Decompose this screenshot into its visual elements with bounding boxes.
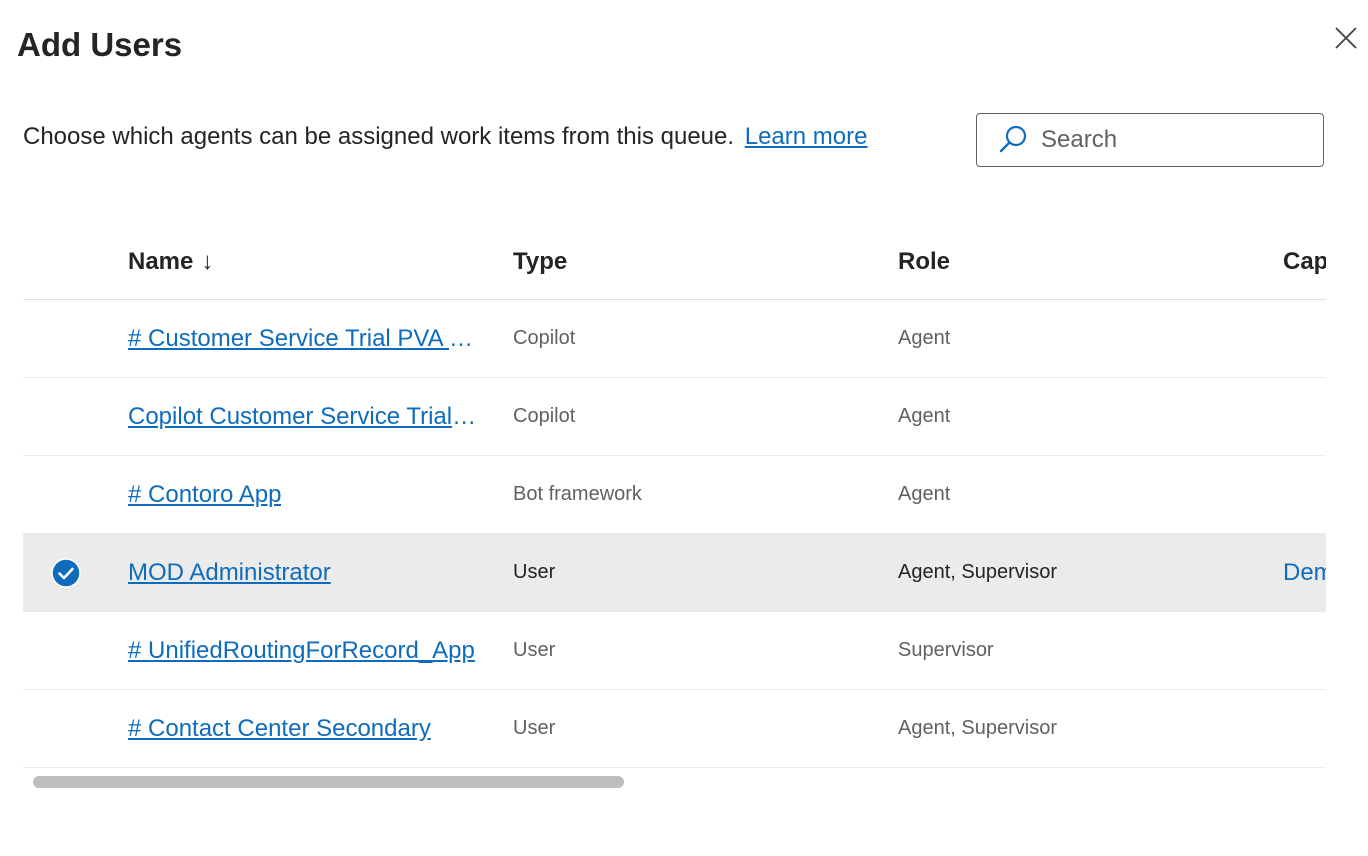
sort-descending-icon: ↓ (201, 248, 214, 275)
search-input[interactable] (1039, 125, 1303, 155)
row-select-checkbox[interactable] (50, 534, 82, 611)
user-type: Bot framework (513, 483, 642, 505)
user-role: Agent (898, 483, 951, 505)
learn-more-link[interactable]: Learn more (745, 123, 868, 150)
table-row[interactable]: # UnifiedRoutingForRecord_App User Super… (23, 612, 1326, 690)
close-icon (1335, 27, 1357, 49)
table-row[interactable]: # Customer Service Trial PVA -… Copilot … (23, 300, 1326, 378)
table-row-selected[interactable]: MOD Administrator User Agent, Supervisor… (23, 534, 1326, 612)
column-header-role[interactable]: Role (898, 248, 950, 276)
column-name-label: Name (128, 248, 194, 275)
column-header-capacity[interactable]: Cap (1283, 248, 1326, 276)
search-icon (999, 125, 1027, 153)
user-type: User (513, 561, 556, 583)
scrollbar-thumb[interactable] (33, 776, 624, 788)
table-row[interactable]: # Contact Center Secondary User Agent, S… (23, 690, 1326, 768)
user-role: Agent, Supervisor (898, 561, 1057, 583)
close-button[interactable] (1332, 24, 1360, 52)
users-grid: Name ↓ Type Role Cap # Customer Service T… (23, 224, 1326, 769)
table-row[interactable]: # Contoro App Bot framework Agent (23, 456, 1326, 534)
user-role: Agent, Supervisor (898, 717, 1057, 739)
grid-header: Name ↓ Type Role Cap (23, 224, 1326, 300)
dialog-title: Add Users (17, 26, 183, 63)
user-role: Agent (898, 327, 951, 349)
user-type: Copilot (513, 327, 576, 349)
checkmark-circle-icon (51, 557, 81, 588)
user-name-link[interactable]: # UnifiedRoutingForRecord_App (128, 637, 475, 665)
horizontal-scrollbar[interactable] (23, 776, 1326, 788)
user-role: Agent (898, 405, 951, 427)
dialog-description: Choose which agents can be assigned work… (23, 123, 867, 151)
user-type: User (513, 639, 556, 661)
column-header-name[interactable]: Name ↓ (128, 248, 213, 276)
user-name-link[interactable]: # Contact Center Secondary (128, 715, 431, 743)
user-role: Supervisor (898, 639, 994, 661)
user-type: User (513, 717, 556, 739)
description-text: Choose which agents can be assigned work… (23, 123, 735, 150)
table-row[interactable]: Copilot Customer Service Trial … Copilot… (23, 378, 1326, 456)
user-name-link[interactable]: # Contoro App (128, 481, 281, 509)
user-capacity-link[interactable]: Dem (1283, 534, 1326, 611)
column-header-type[interactable]: Type (513, 248, 567, 276)
user-name-link[interactable]: # Customer Service Trial PVA -… (128, 325, 478, 353)
search-box[interactable] (976, 113, 1324, 167)
user-name-link[interactable]: Copilot Customer Service Trial … (128, 403, 478, 431)
user-name-link[interactable]: MOD Administrator (128, 559, 331, 587)
user-type: Copilot (513, 405, 576, 427)
